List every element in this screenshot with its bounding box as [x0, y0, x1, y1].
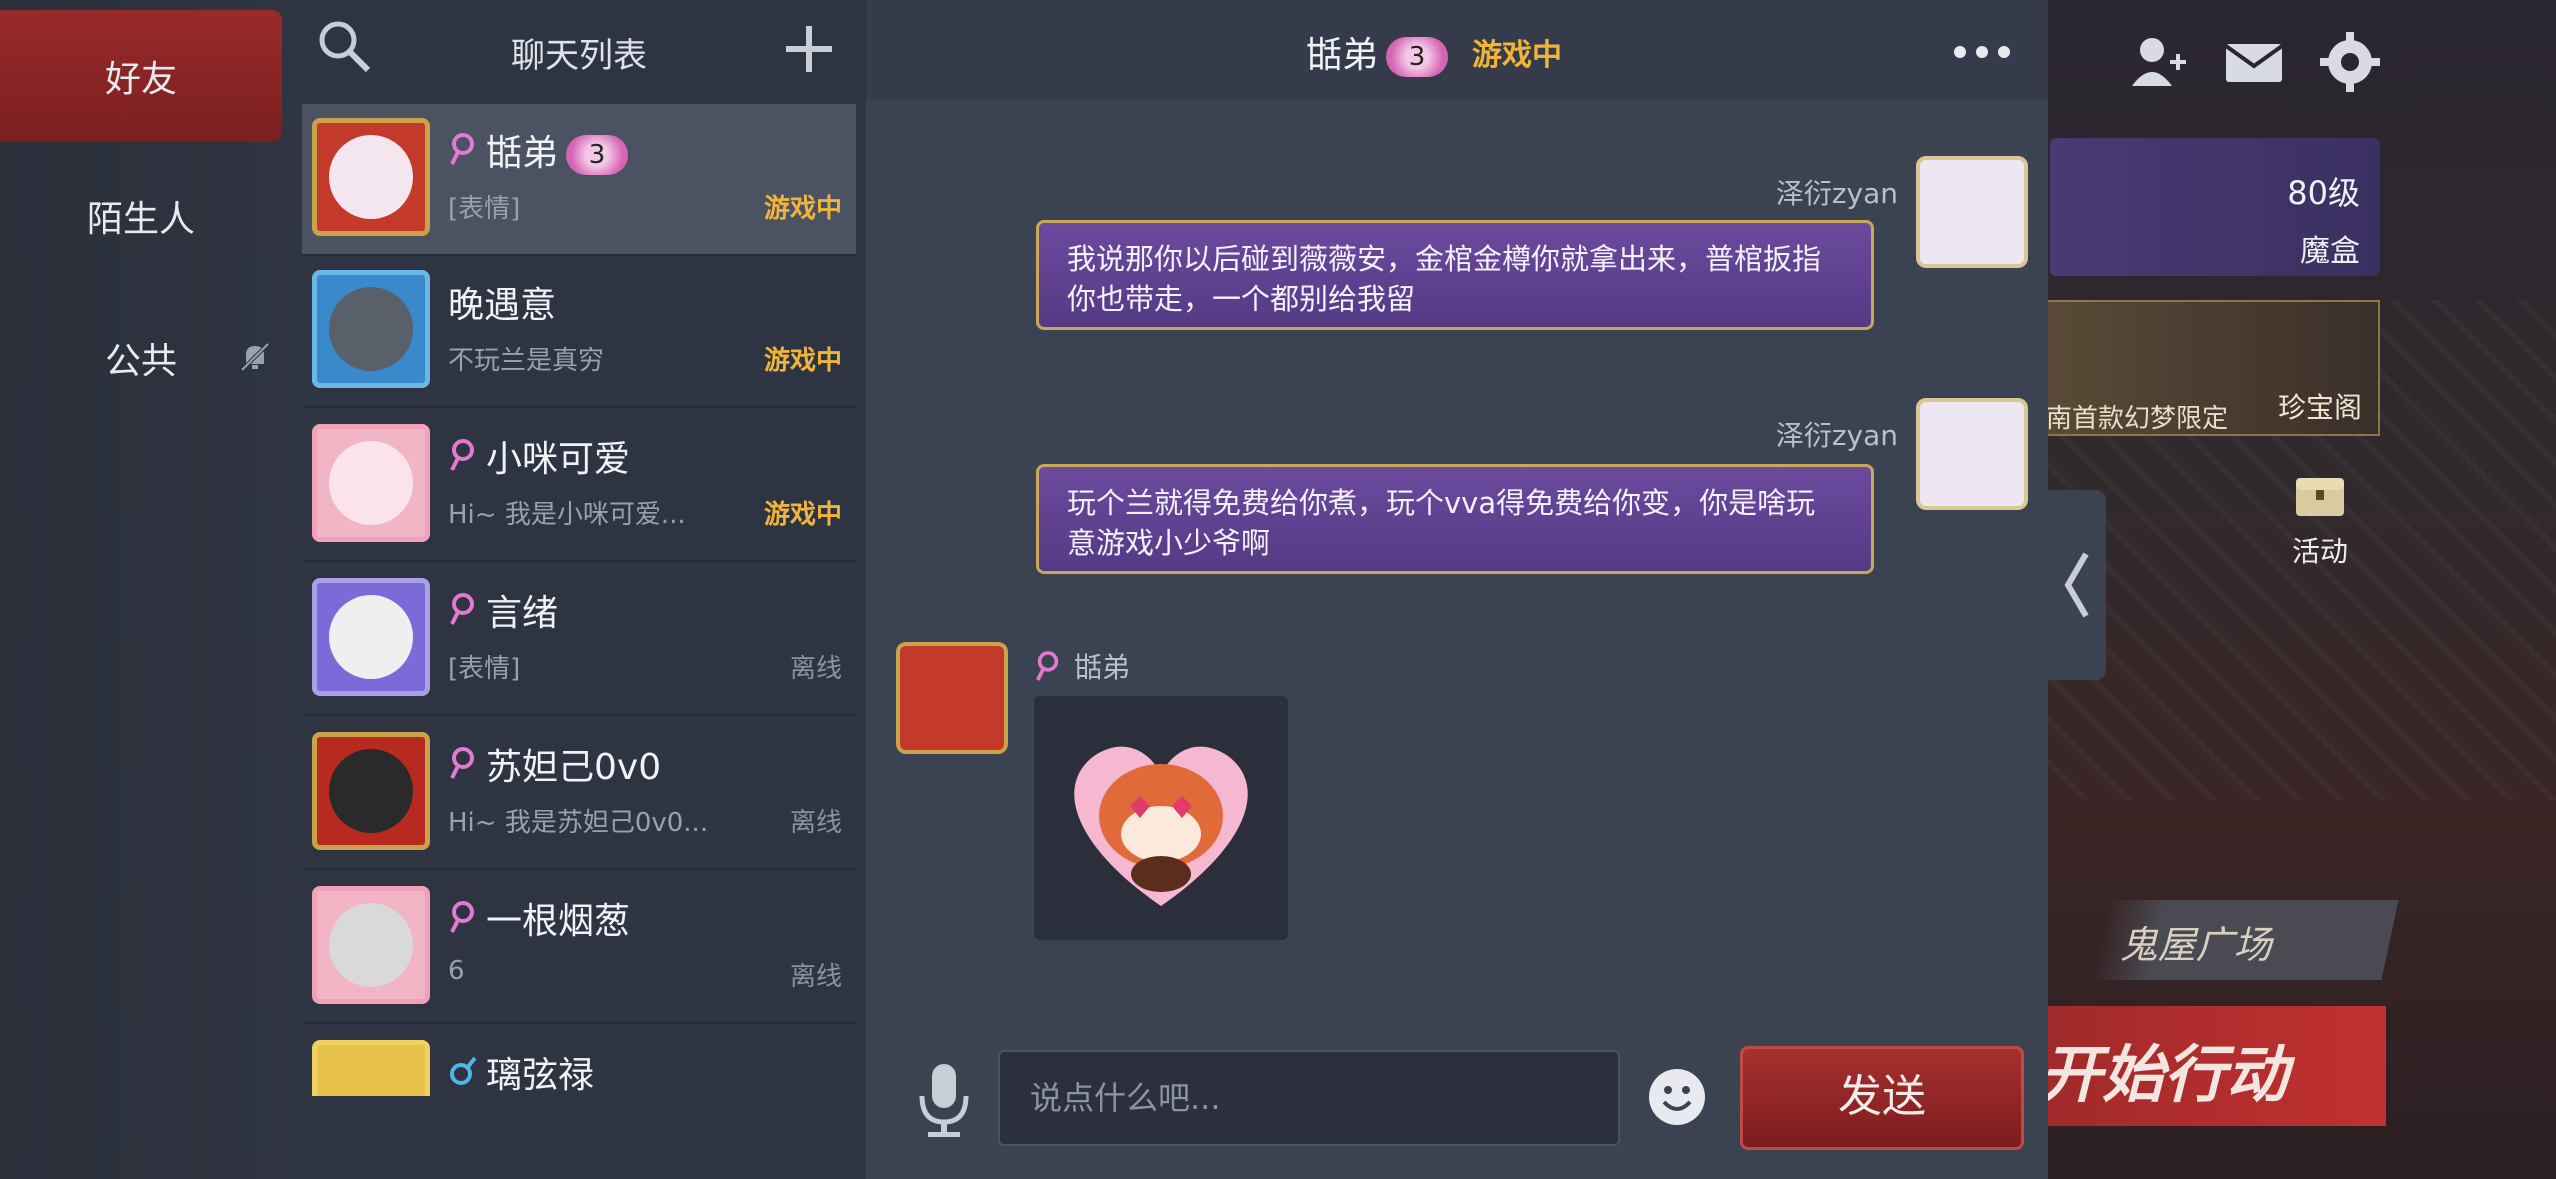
input-bar: 说点什么吧... 发送 — [866, 1030, 2048, 1179]
avatar — [312, 886, 430, 1004]
chat-list-panel: 聊天列表 甛弟 3 [表情] 游戏中 晚遇意 不玩兰是真穷 游戏中 小咪可爱 Hi… — [292, 0, 868, 1179]
message-sender: 甛弟 — [1074, 651, 1131, 684]
status-text: 离线 — [789, 962, 842, 992]
message-sender: 泽衍zyan — [1775, 419, 1898, 452]
tab-friends[interactable]: 好友 — [0, 10, 282, 142]
level-card[interactable]: 80级 魔盒 — [2050, 138, 2380, 276]
male-icon — [450, 1056, 477, 1085]
chat-list-item[interactable]: 晚遇意 不玩兰是真穷 游戏中 — [302, 256, 856, 408]
female-icon — [450, 133, 474, 165]
chevron-left-icon — [2064, 552, 2089, 618]
tab-public[interactable]: 公共 — [0, 292, 282, 424]
message-preview: [表情] — [448, 654, 521, 684]
shop-label: 珍宝阁 — [2277, 391, 2362, 424]
message-bubble: 我说那你以后碰到薇薇安，金棺金樽你就拿出来，普棺扳指你也带走，一个都别给我留 — [1036, 220, 1874, 330]
microphone-icon[interactable] — [916, 1060, 972, 1140]
status-text: 游戏中 — [763, 346, 842, 376]
female-icon — [450, 593, 474, 625]
message-preview: 不玩兰是真穷 — [448, 346, 605, 376]
chat-list-item[interactable]: 言绪 [表情] 离线 — [302, 564, 856, 716]
status-text: 游戏中 — [763, 194, 842, 224]
chat-list-header: 聊天列表 — [292, 0, 866, 100]
start-action-label: 开始行动 — [2040, 1038, 2289, 1111]
chat-list-item[interactable]: 一根烟葱 6 离线 — [302, 872, 856, 1024]
chat-header: 甛弟 3 游戏中 — [866, 0, 2048, 100]
contact-name: 甛弟 3 — [486, 124, 629, 176]
avatar — [312, 270, 430, 388]
status-text: 离线 — [789, 808, 842, 838]
peer-status: 游戏中 — [1472, 38, 1562, 73]
level-text: 80级 — [2287, 174, 2360, 212]
mail-icon[interactable] — [2222, 30, 2286, 94]
send-button[interactable]: 发送 — [1740, 1046, 2024, 1150]
activity-button[interactable]: 活动 — [2280, 470, 2360, 570]
message-sender: 泽衍zyan — [1775, 177, 1898, 210]
message-preview: 6 — [448, 956, 465, 986]
status-text: 游戏中 — [763, 500, 842, 530]
contact-name: 小咪可爱 — [486, 439, 631, 480]
shop-card[interactable]: 南首款幻梦限定 珍宝阁 — [2040, 300, 2380, 436]
female-icon — [1036, 651, 1059, 681]
add-friend-icon[interactable] — [2126, 30, 2190, 94]
message-input[interactable]: 说点什么吧... — [998, 1050, 1620, 1146]
message-preview: [表情] — [448, 194, 521, 224]
plaza-label: 鬼屋广场 — [2119, 923, 2272, 967]
avatar — [312, 732, 430, 850]
chat-list-item[interactable]: 小咪可爱 Hi~ 我是小咪可爱... 游戏中 — [302, 410, 856, 562]
contact-name: 晚遇意 — [448, 285, 557, 326]
avatar — [312, 118, 430, 236]
magic-box-label: 魔盒 — [2300, 234, 2360, 269]
collapse-panel-button[interactable] — [2048, 490, 2106, 680]
start-action-button[interactable]: 开始行动 — [2040, 1006, 2386, 1126]
unread-badge: 3 — [566, 135, 629, 175]
bell-muted-icon — [240, 342, 270, 372]
female-icon — [450, 439, 474, 471]
contact-name: 言绪 — [486, 593, 559, 634]
female-icon — [450, 901, 474, 933]
message-preview: Hi~ 我是苏妲己0v0... — [448, 808, 709, 838]
peer-name: 甛弟 3 — [1306, 26, 1449, 78]
tab-label: 公共 — [104, 341, 177, 382]
tab-label: 好友 — [104, 59, 177, 100]
tab-strangers[interactable]: 陌生人 — [0, 150, 282, 282]
haunted-plaza-banner[interactable]: 鬼屋广场 — [2091, 900, 2399, 980]
friend-tabs: 好友 陌生人 公共 — [0, 0, 292, 1179]
message-bubble: 玩个兰就得免费给你煮，玩个vva得免费给你变，你是啥玩意游戏小少爷啊 — [1036, 464, 1874, 574]
tab-label: 陌生人 — [86, 199, 195, 240]
avatar — [312, 424, 430, 542]
avatar[interactable] — [1916, 398, 2028, 510]
activity-label: 活动 — [2291, 535, 2348, 568]
contact-name: 一根烟葱 — [486, 901, 631, 942]
avatar[interactable] — [896, 642, 1008, 754]
contact-name: 苏妲己0v0 — [486, 747, 662, 788]
chat-list-item[interactable]: 甛弟 3 [表情] 游戏中 — [302, 104, 856, 256]
contact-name: 璃弦禄 — [486, 1055, 595, 1096]
avatar — [312, 578, 430, 696]
chest-icon — [2296, 478, 2344, 516]
avatar[interactable] — [1916, 156, 2028, 268]
emoji-icon[interactable] — [1646, 1066, 1708, 1128]
chat-list-title: 聊天列表 — [511, 36, 647, 76]
female-icon — [450, 747, 474, 779]
plus-icon[interactable] — [782, 22, 836, 76]
shop-banner-text: 南首款幻梦限定 — [2046, 404, 2229, 434]
chat-list-item[interactable]: 璃弦禄 — [302, 1026, 856, 1096]
avatar — [312, 1040, 430, 1096]
sticker-message[interactable] — [1034, 696, 1288, 940]
gear-icon[interactable] — [2318, 30, 2382, 94]
red-panda-sticker-icon — [1074, 746, 1248, 906]
more-options-icon[interactable] — [1952, 44, 2012, 60]
chat-list-item[interactable]: 苏妲己0v0 Hi~ 我是苏妲己0v0... 离线 — [302, 718, 856, 870]
status-text: 离线 — [789, 654, 842, 684]
chat-panel: 甛弟 3 游戏中 泽衍zyan 我说那你以后碰到薇薇安，金棺金樽你就拿出来，普棺扳… — [866, 0, 2048, 1179]
message-preview: Hi~ 我是小咪可爱... — [448, 500, 686, 530]
unread-badge: 3 — [1386, 37, 1449, 77]
